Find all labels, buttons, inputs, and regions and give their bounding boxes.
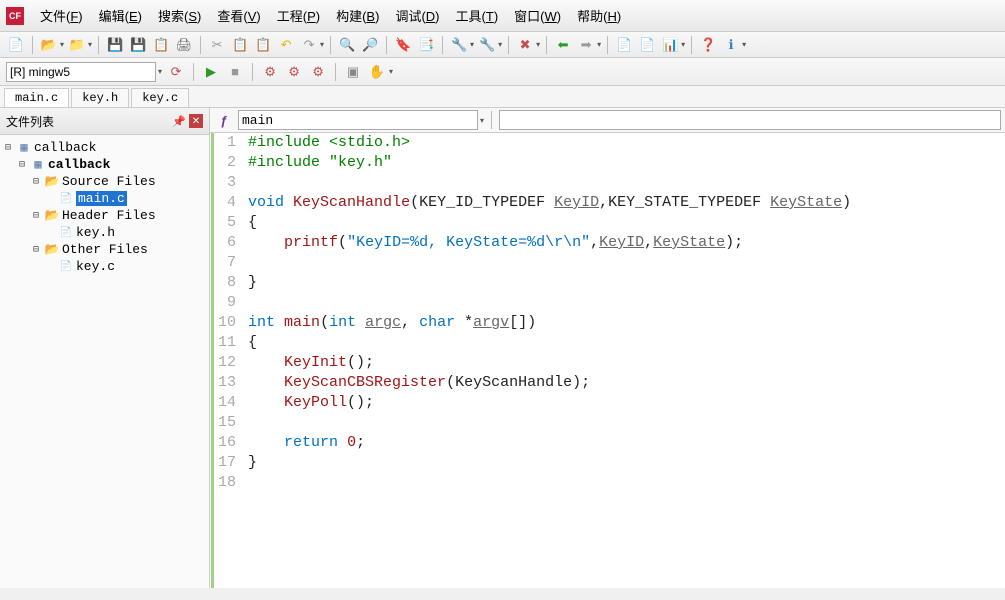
tool-c-icon[interactable]: ✖ — [515, 35, 535, 55]
file-list-panel: 文件列表 📌 ✕ ⊟▦callback⊟▦callback⊟📂Source Fi… — [0, 108, 210, 588]
back-icon[interactable]: ⬅ — [553, 35, 573, 55]
file-list-header: 文件列表 📌 ✕ — [0, 108, 209, 135]
menu-v[interactable]: 查看(V) — [209, 3, 268, 28]
info-icon[interactable]: ℹ — [721, 35, 741, 55]
hand-icon[interactable]: ✋ — [367, 62, 387, 82]
excel-icon[interactable]: 📊 — [660, 35, 680, 55]
symbol-nav-bar: ƒ ▾ — [210, 108, 1005, 133]
tree-node[interactable]: 📄key.c — [2, 258, 207, 275]
tree-node[interactable]: ⊟▦callback — [2, 156, 207, 173]
paste-icon[interactable]: 📋 — [253, 35, 273, 55]
tool-a-icon[interactable]: 🔧 — [449, 35, 469, 55]
redo-icon[interactable]: ↷ — [299, 35, 319, 55]
forward-icon[interactable]: ➡ — [576, 35, 596, 55]
menu-e[interactable]: 编辑(E) — [91, 3, 150, 28]
find-in-files-icon[interactable]: 🔎 — [360, 35, 380, 55]
print-icon[interactable]: 🖨 — [174, 35, 194, 55]
goto-icon[interactable]: 📑 — [416, 35, 436, 55]
close-panel-icon[interactable]: ✕ — [189, 114, 203, 128]
menu-h[interactable]: 帮助(H) — [569, 3, 629, 28]
menubar: CF 文件(F)编辑(E)搜索(S)查看(V)工程(P)构建(B)调试(D)工具… — [0, 0, 1005, 32]
menu-f[interactable]: 文件(F) — [32, 3, 91, 28]
doc-a-icon[interactable]: 📄 — [614, 35, 634, 55]
symbol-combo[interactable] — [238, 110, 478, 130]
code-editor[interactable]: 123456789101112131415161718 #include <st… — [211, 133, 1005, 588]
save-all-icon[interactable]: 💾 — [128, 35, 148, 55]
find-icon[interactable]: 🔍 — [337, 35, 357, 55]
menu-p[interactable]: 工程(P) — [269, 3, 328, 28]
stop-icon[interactable]: ■ — [225, 62, 245, 82]
menu-b[interactable]: 构建(B) — [328, 3, 387, 28]
file-tab[interactable]: main.c — [4, 88, 69, 107]
run-icon[interactable]: ▶ — [201, 62, 221, 82]
help-icon[interactable]: ❓ — [698, 35, 718, 55]
save-icon[interactable]: 💾 — [105, 35, 125, 55]
copy-icon[interactable]: 📋 — [230, 35, 250, 55]
file-list-title: 文件列表 — [6, 113, 169, 130]
undo-icon[interactable]: ↶ — [276, 35, 296, 55]
build-all-icon[interactable]: ⚙ — [308, 62, 328, 82]
tree-node[interactable]: ⊟📂Source Files — [2, 173, 207, 190]
build-icon[interactable]: ⚙ — [260, 62, 280, 82]
tree-node[interactable]: ⊟📂Header Files — [2, 207, 207, 224]
cut-icon[interactable]: ✂ — [207, 35, 227, 55]
app-logo-icon: CF — [6, 7, 24, 25]
tree-node[interactable]: ⊟▦callback — [2, 139, 207, 156]
file-tab[interactable]: key.c — [131, 88, 189, 107]
pin-icon[interactable]: 📌 — [169, 111, 189, 131]
main-toolbar: 📄 📂▾ 📁▾ 💾 💾 📋 🖨 ✂ 📋 📋 ↶ ↷▾ 🔍 🔎 🔖 📑 🔧▾ 🔧▾… — [0, 32, 1005, 58]
tree-node[interactable]: 📄key.h — [2, 224, 207, 241]
build-config-combo[interactable] — [6, 62, 156, 82]
doc-b-icon[interactable]: 📄 — [637, 35, 657, 55]
menu-w[interactable]: 窗口(W) — [506, 3, 569, 28]
build-toolbar: ▾ ⟳ ▶ ■ ⚙ ⚙ ⚙ ▣ ✋▾ — [0, 58, 1005, 86]
bookmark-icon[interactable]: 🔖 — [393, 35, 413, 55]
open-icon[interactable]: 📂 — [39, 35, 59, 55]
project-tree[interactable]: ⊟▦callback⊟▦callback⊟📂Source Files📄main.… — [0, 135, 209, 588]
file-tab[interactable]: key.h — [71, 88, 129, 107]
symbol-icon: ƒ — [214, 110, 234, 130]
save-as-icon[interactable]: 📋 — [151, 35, 171, 55]
open-project-icon[interactable]: 📁 — [67, 35, 87, 55]
terminal-icon[interactable]: ▣ — [343, 62, 363, 82]
tree-node[interactable]: ⊟📂Other Files — [2, 241, 207, 258]
tree-node[interactable]: 📄main.c — [2, 190, 207, 207]
rebuild-icon[interactable]: ⚙ — [284, 62, 304, 82]
sync-icon[interactable]: ⟳ — [166, 62, 186, 82]
menu-d[interactable]: 调试(D) — [387, 3, 447, 28]
file-tab-bar: main.ckey.hkey.c — [0, 86, 1005, 108]
header-search-input[interactable] — [499, 110, 1001, 130]
tool-b-icon[interactable]: 🔧 — [477, 35, 497, 55]
new-file-icon[interactable]: 📄 — [6, 35, 26, 55]
menu-s[interactable]: 搜索(S) — [150, 3, 209, 28]
menu-t[interactable]: 工具(T) — [448, 3, 507, 28]
